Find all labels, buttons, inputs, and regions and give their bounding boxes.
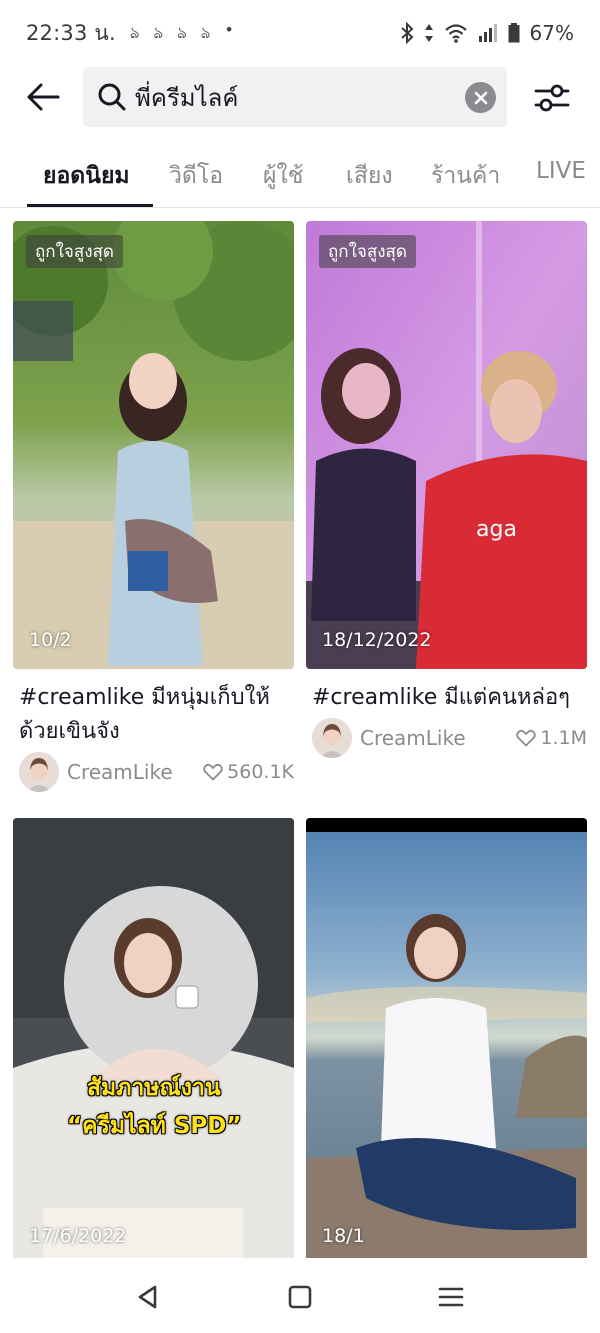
- search-input[interactable]: [135, 77, 455, 117]
- author-row: CreamLike 560.1K: [19, 752, 294, 792]
- wifi-icon: [444, 23, 468, 43]
- notification-icon: ঌ: [177, 22, 187, 42]
- post-date: 17/6/2022: [29, 1225, 127, 1247]
- video-card[interactable]: 18/1: [306, 818, 587, 1258]
- author-name[interactable]: CreamLike: [67, 760, 173, 784]
- post-date: 18/1: [322, 1225, 365, 1247]
- close-icon: [474, 91, 487, 104]
- svg-text:aga: aga: [476, 517, 517, 542]
- status-bar: 22:33 น. ঌ ঌ ঌ ঌ • 67%: [0, 0, 600, 66]
- author-row: CreamLike 1.1M: [312, 718, 587, 758]
- system-nav-bar: [0, 1258, 600, 1333]
- notification-icon: ঌ: [153, 22, 164, 42]
- search-box[interactable]: [83, 67, 507, 127]
- triangle-back-icon: [138, 1285, 157, 1309]
- video-card[interactable]: สัมภาษณ์งาน “ครีมไลท์ SPD” 17/6/2022: [13, 818, 294, 1258]
- video-thumbnail[interactable]: 18/1: [306, 818, 587, 1258]
- top-liked-badge: ถูกใจสูงสุด: [319, 235, 416, 268]
- notification-dot-icon: •: [224, 19, 234, 39]
- tab-videos[interactable]: วิดีโอ: [169, 158, 223, 194]
- status-time: 22:33 น.: [26, 20, 116, 45]
- post-date: 18/12/2022: [322, 629, 432, 651]
- video-caption: #creamlike มีหนุ่มเก็บให้ด้วยเขินจัง: [19, 685, 270, 744]
- result-tabs: ยอดนิยม วิดีโอ ผู้ใช้ เสียง ร้านค้า LIVE: [0, 146, 600, 208]
- heart-icon: [516, 729, 537, 747]
- notification-icon: ঌ: [129, 22, 140, 42]
- like-count-value: 1.1M: [540, 727, 587, 749]
- data-arrows-icon: [424, 22, 434, 44]
- nav-back-button[interactable]: [133, 1282, 163, 1312]
- signal-icon: [478, 24, 498, 42]
- post-date: 10/2: [29, 629, 72, 651]
- tab-top[interactable]: ยอดนิยม: [43, 158, 130, 194]
- top-liked-badge: ถูกใจสูงสุด: [26, 235, 123, 268]
- tab-shop[interactable]: ร้านค้า: [431, 158, 500, 194]
- video-thumbnail[interactable]: สัมภาษณ์งาน “ครีมไลท์ SPD” 17/6/2022: [13, 818, 294, 1258]
- notification-icon: ঌ: [200, 22, 211, 42]
- video-thumbnail[interactable]: aga ถูกใจสูงสุด 18/12/2022: [306, 221, 587, 669]
- nav-home-button[interactable]: [285, 1282, 315, 1312]
- back-button[interactable]: [22, 77, 64, 117]
- square-home-icon: [288, 1285, 312, 1309]
- video-caption: #creamlike มีแต่คนหล่อๆ: [312, 685, 570, 710]
- overlay-title-line2: “ครีมไลท์ SPD”: [67, 1113, 242, 1139]
- search-header: [0, 66, 600, 128]
- filter-button[interactable]: [530, 78, 574, 118]
- battery-icon: [508, 23, 520, 43]
- search-icon: [97, 82, 127, 116]
- tab-live[interactable]: LIVE: [536, 158, 586, 184]
- author-name[interactable]: CreamLike: [360, 726, 466, 750]
- menu-lines-icon: [438, 1287, 464, 1307]
- back-arrow-icon: [27, 83, 60, 111]
- video-card[interactable]: ถูกใจสูงสุด 10/2 #creamlike มีหนุ่มเก็บใ…: [13, 221, 294, 796]
- video-thumbnail[interactable]: ถูกใจสูงสุด 10/2: [13, 221, 294, 669]
- bluetooth-icon: [400, 22, 414, 44]
- tab-users[interactable]: ผู้ใช้: [263, 158, 303, 194]
- avatar[interactable]: [19, 752, 59, 792]
- video-card[interactable]: aga ถูกใจสูงสุด 18/12/2022 #creamlike มี…: [306, 221, 587, 796]
- like-count: 1.1M: [516, 727, 587, 749]
- clear-search-button[interactable]: [465, 82, 496, 113]
- active-tab-indicator: [27, 204, 153, 207]
- overlay-title-line1: สัมภาษณ์งาน: [87, 1075, 221, 1101]
- tab-sounds[interactable]: เสียง: [346, 158, 393, 194]
- like-count: 560.1K: [203, 761, 294, 783]
- filter-sliders-icon: [534, 84, 570, 112]
- notification-icons: ঌ ঌ ঌ ঌ •: [130, 20, 234, 47]
- avatar[interactable]: [312, 718, 352, 758]
- heart-icon: [203, 763, 223, 781]
- battery-percent: 67%: [529, 21, 574, 45]
- like-count-value: 560.1K: [227, 761, 294, 783]
- nav-menu-button[interactable]: [436, 1282, 466, 1312]
